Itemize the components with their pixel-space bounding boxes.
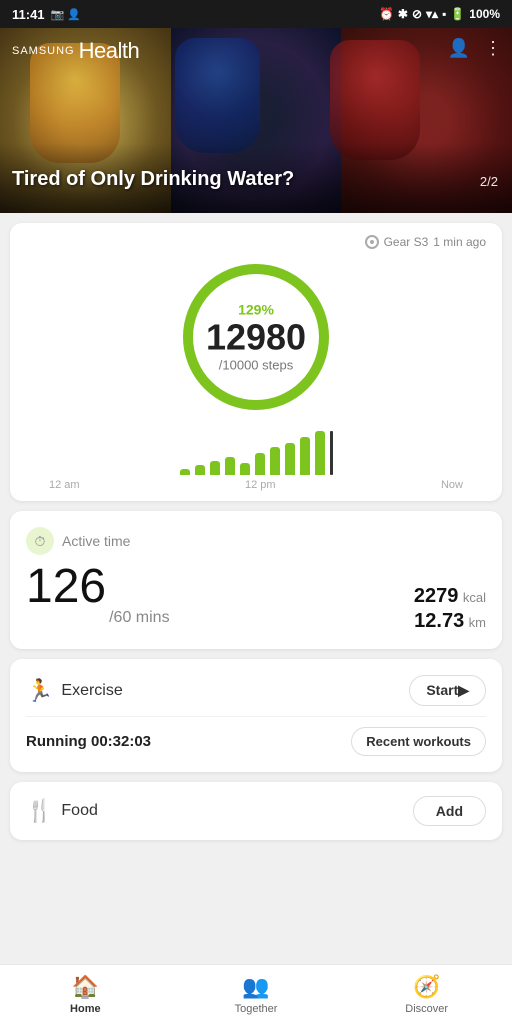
active-right-stats: 2279 kcal 12.73 km (414, 585, 486, 633)
status-time-area: 11:41 📷 👤 (12, 7, 81, 22)
battery-percent: 100% (469, 7, 500, 21)
bar-chart-bars (180, 431, 333, 475)
active-stats: 126 /60 mins 2279 kcal 12.73 km (26, 563, 486, 633)
bar-label-mid: 12 pm (245, 479, 276, 491)
bar-8 (300, 437, 310, 475)
bottom-nav: 🏠 Home 👥 Together 🧭 Discover (0, 964, 512, 1024)
notification-icons: 📷 👤 (51, 8, 81, 21)
exercise-title-area: 🏃 Exercise (26, 678, 123, 704)
food-title-area: 🍴 Food (26, 798, 98, 824)
nav-item-discover[interactable]: 🧭 Discover (341, 965, 512, 1024)
bar-current-marker (330, 431, 333, 475)
exercise-footer: Running 00:32:03 Recent workouts (26, 716, 486, 756)
bar-label-end: Now (441, 479, 463, 491)
ring-content: 129% 12980 /10000 steps (206, 302, 306, 373)
steps-ring: 129% 12980 /10000 steps (176, 257, 336, 417)
hero-banner[interactable]: SAMSUNG Health 👤 ⋮ Tired of Only Drinkin… (0, 28, 512, 213)
active-time-value: 126 (26, 563, 106, 611)
discover-icon: 🧭 (413, 974, 440, 1000)
hero-title: Tired of Only Drinking Water? (12, 168, 294, 191)
food-card: 🍴 Food Add (10, 782, 502, 840)
alarm-icon: ⏰ (379, 7, 394, 21)
main-content: Gear S3 1 min ago 129% 12980 /10000 step… (0, 213, 512, 964)
battery-icon: 🔋 (450, 7, 465, 21)
discover-label: Discover (405, 1003, 448, 1015)
blocked-icon: ⊘ (412, 7, 422, 21)
bar-5 (255, 453, 265, 475)
bluetooth-icon: ✱ (398, 7, 408, 21)
home-label: Home (70, 1003, 101, 1015)
start-button[interactable]: Start▶ (409, 675, 486, 706)
recent-workouts-button[interactable]: Recent workouts (351, 727, 486, 756)
fruit-image-3 (330, 40, 420, 160)
fruit-image-2 (175, 38, 260, 153)
together-label: Together (235, 1003, 278, 1015)
hero-action-icons[interactable]: 👤 ⋮ (448, 38, 502, 59)
gear-info: Gear S3 1 min ago (365, 235, 486, 249)
steps-goal: /10000 steps (206, 357, 306, 372)
app-logo-area: SAMSUNG Health (12, 38, 139, 64)
exercise-header: 🏃 Exercise Start▶ (26, 675, 486, 706)
bar-2 (210, 461, 220, 475)
bar-label-start: 12 am (49, 479, 80, 491)
km-value: 12.73 km (414, 610, 486, 633)
active-label: Active time (62, 533, 130, 549)
samsung-label: SAMSUNG (12, 45, 75, 57)
home-icon: 🏠 (72, 974, 99, 1000)
gear-time: 1 min ago (433, 235, 486, 249)
exercise-icon: 🏃 (26, 678, 53, 704)
bar-7 (285, 443, 295, 475)
active-time-unit: /60 mins (109, 609, 169, 633)
bar-1 (195, 465, 205, 475)
steps-chart: 12 am 12 pm Now (26, 431, 486, 491)
bar-9 (315, 431, 325, 475)
steps-count: 12980 (206, 318, 306, 358)
food-icon: 🍴 (26, 798, 53, 824)
active-time-icon: ⏱ (26, 527, 54, 555)
exercise-label: Exercise (61, 682, 122, 700)
gear-s3-icon (365, 235, 379, 249)
health-label: Health (79, 38, 140, 64)
time-display: 11:41 (12, 7, 45, 22)
steps-card: Gear S3 1 min ago 129% 12980 /10000 step… (10, 223, 502, 501)
together-icon: 👥 (242, 974, 269, 1000)
bar-3 (225, 457, 235, 475)
wifi-icon: ▾▴ (426, 7, 438, 21)
active-time-card: ⏱ Active time 126 /60 mins 2279 kcal 12.… (10, 511, 502, 649)
bar-6 (270, 447, 280, 475)
bar-chart-labels: 12 am 12 pm Now (49, 477, 463, 491)
food-label: Food (61, 802, 97, 820)
more-icon[interactable]: ⋮ (484, 38, 502, 59)
nav-item-home[interactable]: 🏠 Home (0, 965, 171, 1024)
person-icon[interactable]: 👤 (448, 38, 470, 59)
status-bar: 11:41 📷 👤 ⏰ ✱ ⊘ ▾▴ ▪ 🔋 100% (0, 0, 512, 28)
status-icons-area: ⏰ ✱ ⊘ ▾▴ ▪ 🔋 100% (379, 7, 500, 21)
add-food-button[interactable]: Add (413, 796, 486, 826)
slide-counter: 2/2 (480, 174, 498, 189)
kcal-value: 2279 kcal (414, 585, 486, 608)
steps-percent: 129% (206, 302, 306, 318)
gear-label: Gear S3 (384, 235, 429, 249)
signal-icon: ▪ (442, 7, 446, 21)
running-info: Running 00:32:03 (26, 733, 351, 750)
bar-4 (240, 463, 250, 475)
active-header: ⏱ Active time (26, 527, 486, 555)
nav-item-together[interactable]: 👥 Together (171, 965, 342, 1024)
bar-0 (180, 469, 190, 475)
exercise-card: 🏃 Exercise Start▶ Running 00:32:03 Recen… (10, 659, 502, 772)
